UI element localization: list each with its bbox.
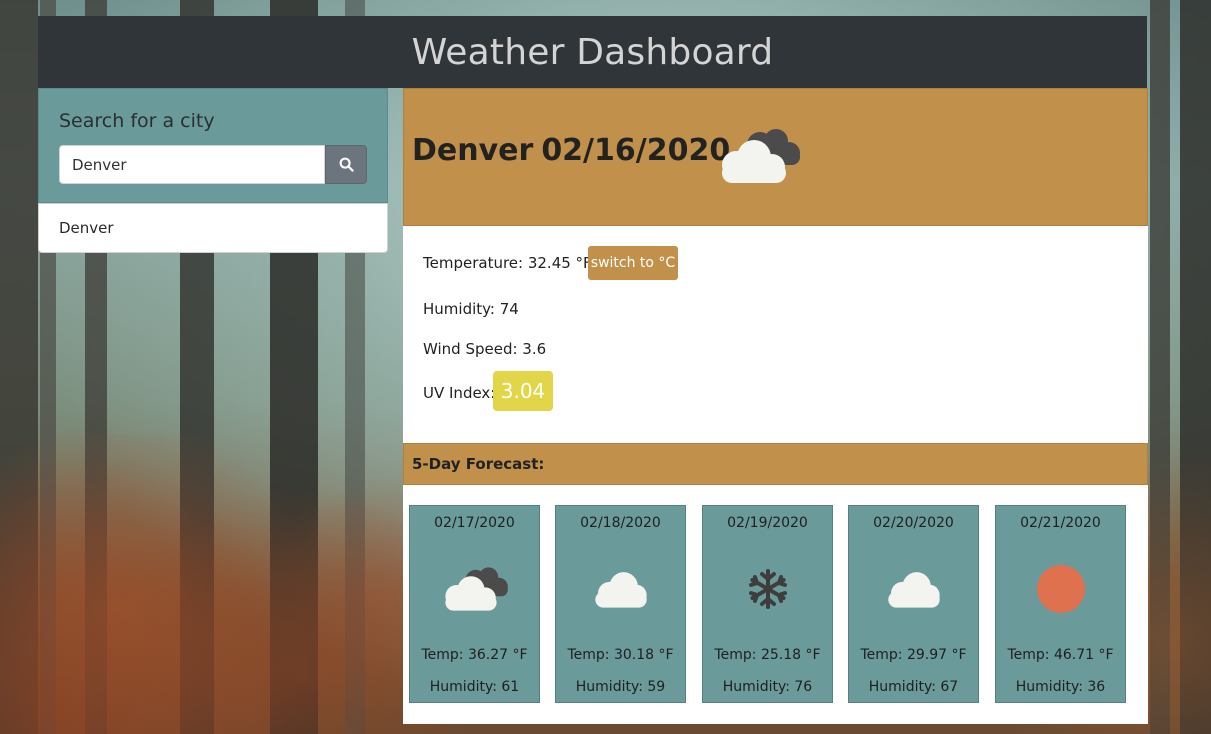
sun-icon [996, 561, 1125, 616]
forecast-temp: Temp: 30.18 °F [567, 647, 674, 663]
forecast-card: 02/21/2020 Temp: 46.71 °F Humidity: 36 [995, 505, 1126, 703]
forecast-date: 02/21/2020 [1020, 515, 1101, 531]
forecast-date: 02/18/2020 [580, 515, 661, 531]
temperature-text: Temperature: 32.45 °F [423, 254, 592, 272]
forecast-card: 02/18/2020 Temp: 30.18 °F Humidity: 59 [555, 505, 686, 703]
switch-unit-button[interactable]: switch to °C [588, 246, 678, 280]
cloud-icon [849, 561, 978, 616]
temperature-row: Temperature: 32.45 °F switch to °C [423, 246, 723, 280]
forecast-card: 02/19/2020 Temp: 25.18 °F Humidity: 76 [702, 505, 833, 703]
cloud-icon [556, 561, 685, 616]
search-panel: Search for a city [38, 88, 388, 203]
forecast-humidity: Humidity: 76 [722, 679, 813, 695]
cloudy-icon [410, 561, 539, 616]
forecast-humidity: Humidity: 59 [575, 679, 666, 695]
uv-index-badge: 3.04 [493, 371, 553, 411]
city-name: Denver [412, 133, 534, 168]
forecast-date: 02/19/2020 [727, 515, 808, 531]
current-weather-header: Denver 02/16/2020 [403, 88, 1148, 226]
forecast-humidity: Humidity: 67 [868, 679, 959, 695]
search-input[interactable] [59, 145, 325, 184]
current-date: 02/16/2020 [541, 133, 731, 168]
forecast-temp: Temp: 36.27 °F [421, 647, 528, 663]
uv-row: UV Index: 3.04 [423, 371, 623, 411]
forecast-date: 02/20/2020 [873, 515, 954, 531]
search-button[interactable] [325, 145, 367, 184]
search-history-item[interactable]: Denver [38, 203, 388, 253]
forecast-temp: Temp: 46.71 °F [1007, 647, 1114, 663]
search-title: Search for a city [59, 110, 215, 132]
forecast-card: 02/20/2020 Temp: 29.97 °F Humidity: 67 [848, 505, 979, 703]
wind-speed-text: Wind Speed: 3.6 [423, 340, 547, 358]
weather-main-panel: Denver 02/16/2020 Temperature: 32.45 °F s… [403, 88, 1148, 724]
cloudy-icon [722, 129, 800, 183]
page-header: Weather Dashboard [38, 16, 1147, 88]
forecast-humidity: Humidity: 36 [1015, 679, 1106, 695]
humidity-text: Humidity: 74 [423, 300, 519, 318]
forecast-temp: Temp: 29.97 °F [860, 647, 967, 663]
forecast-header: 5-Day Forecast: [403, 443, 1148, 485]
page-title: Weather Dashboard [411, 31, 774, 73]
search-icon [339, 157, 354, 172]
uv-label: UV Index: [423, 384, 496, 402]
city-title: Denver 02/16/2020 [412, 133, 730, 168]
forecast-humidity: Humidity: 61 [429, 679, 520, 695]
forecast-date: 02/17/2020 [434, 515, 515, 531]
forecast-card: 02/17/2020 Temp: 36.27 °F Humidity: 61 [409, 505, 540, 703]
snowflake-icon [703, 561, 832, 616]
forecast-temp: Temp: 25.18 °F [714, 647, 821, 663]
